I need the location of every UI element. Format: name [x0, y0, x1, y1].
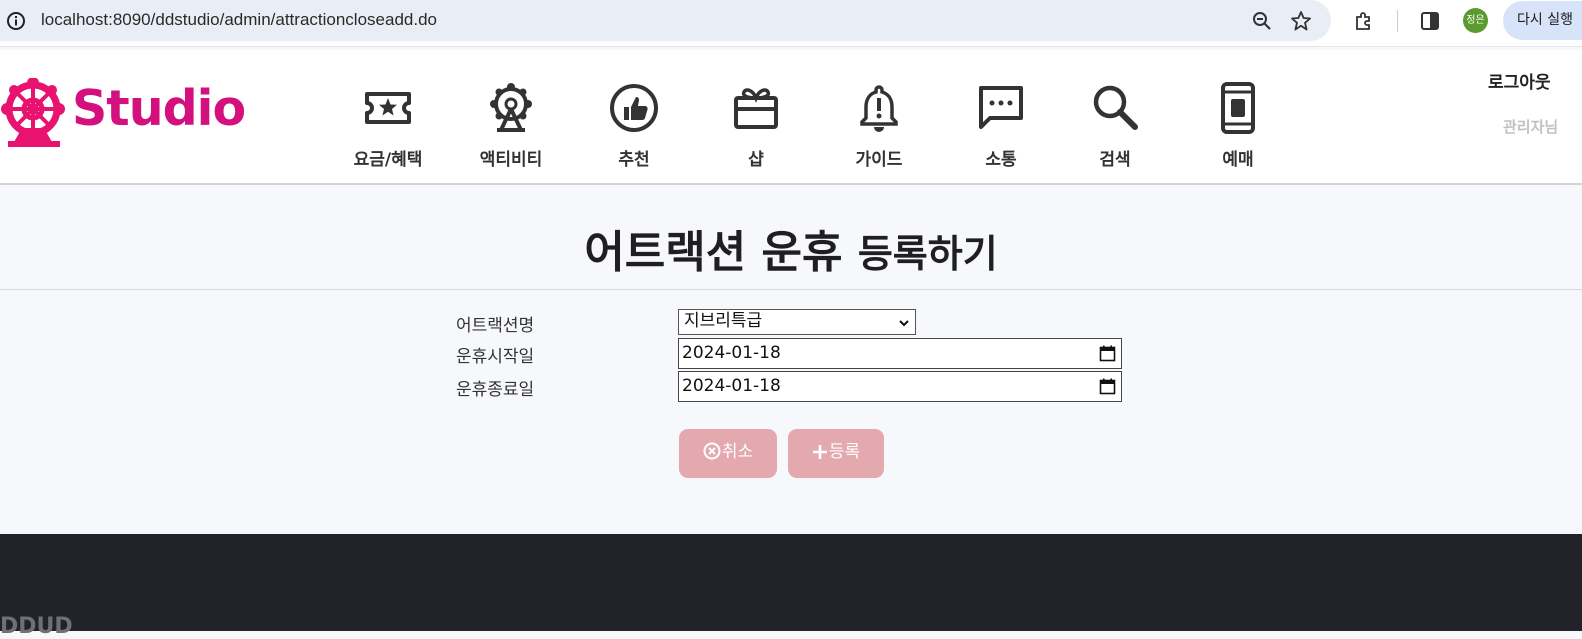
- admin-user-label: 관리자님: [1503, 118, 1559, 136]
- mobile-ticket-icon: [1221, 82, 1255, 134]
- side-panel-icon[interactable]: [1418, 9, 1442, 33]
- search-icon: [1093, 85, 1138, 130]
- start-date-value: 2024-01-18: [682, 343, 781, 363]
- cancel-label: 취소: [721, 442, 754, 462]
- calendar-icon[interactable]: [1099, 345, 1116, 362]
- nav-activity[interactable]: 액티비티: [456, 82, 566, 170]
- browser-toolbar: localhost:8090/ddstudio/admin/attraction…: [0, 0, 1582, 47]
- relaunch-button[interactable]: 다시 실행: [1503, 1, 1582, 40]
- start-date-input[interactable]: 2024-01-18: [678, 338, 1122, 369]
- attraction-selected-value: 지브리특급: [684, 311, 763, 331]
- plus-icon: [812, 445, 827, 459]
- start-date-label: 운휴시작일: [456, 347, 535, 367]
- page-title: 어트랙션 운휴 등록하기: [0, 216, 1582, 280]
- footer-brand-text: DDUD: [0, 614, 73, 639]
- end-date-label: 운휴종료일: [456, 380, 535, 400]
- cancel-button[interactable]: 취소: [679, 429, 777, 478]
- logout-link[interactable]: 로그아웃: [1488, 68, 1551, 93]
- submit-label: 등록: [828, 442, 861, 462]
- submit-button[interactable]: 등록: [788, 429, 884, 478]
- chat-icon: [979, 86, 1023, 129]
- url-text[interactable]: localhost:8090/ddstudio/admin/attraction…: [41, 10, 437, 30]
- logo-text: Studio: [72, 80, 246, 137]
- end-date-value: 2024-01-18: [682, 376, 781, 396]
- nav-recommend[interactable]: 추천: [579, 82, 689, 170]
- nav-label: 샵: [748, 150, 764, 170]
- ferris-wheel-icon: [490, 83, 532, 132]
- extensions-icon[interactable]: [1352, 9, 1376, 33]
- chevron-down-icon: [899, 320, 909, 327]
- attraction-select[interactable]: 지브리특급: [678, 309, 916, 335]
- toolbar-divider: [1397, 10, 1398, 32]
- zoom-icon[interactable]: [1250, 9, 1274, 33]
- nav-communication[interactable]: 소통: [946, 82, 1056, 170]
- site-info-icon[interactable]: [6, 11, 26, 31]
- ticket-icon: [365, 92, 411, 124]
- ferris-wheel-logo-icon: [1, 78, 65, 147]
- gift-icon: [734, 88, 778, 129]
- site-footer: DDUD: [0, 534, 1582, 639]
- nav-label: 가이드: [855, 150, 903, 170]
- address-bar[interactable]: localhost:8090/ddstudio/admin/attraction…: [0, 0, 1331, 41]
- page-title-sub: 등록하기: [857, 232, 998, 276]
- profile-avatar[interactable]: 정은: [1463, 8, 1488, 33]
- cancel-circle-icon: [703, 442, 721, 460]
- end-date-input[interactable]: 2024-01-18: [678, 371, 1122, 402]
- bell-icon: [860, 85, 898, 132]
- thumbs-up-icon: [610, 84, 658, 132]
- nav-label: 소통: [985, 150, 1017, 170]
- nav-label: 예매: [1222, 150, 1254, 170]
- nav-label: 검색: [1099, 150, 1131, 170]
- nav-booking[interactable]: 예매: [1183, 82, 1293, 170]
- attraction-name-label: 어트랙션명: [456, 316, 535, 336]
- page-title-main: 어트랙션 운휴: [584, 227, 843, 278]
- nav-search[interactable]: 검색: [1060, 82, 1170, 170]
- nav-label: 액티비티: [479, 150, 543, 170]
- calendar-icon[interactable]: [1099, 378, 1116, 395]
- nav-label: 추천: [618, 150, 650, 170]
- title-divider: [0, 289, 1582, 290]
- nav-guide[interactable]: 가이드: [824, 82, 934, 170]
- nav-shop[interactable]: 샵: [701, 82, 811, 170]
- bookmark-star-icon[interactable]: [1289, 9, 1313, 33]
- site-header: Studio 요금/혜택 액티비티 추천 샵 가이드 소통 검색 예매 로그아웃…: [0, 50, 1582, 185]
- nav-fees-benefits[interactable]: 요금/혜택: [333, 82, 443, 170]
- site-logo[interactable]: Studio: [0, 78, 250, 150]
- nav-label: 요금/혜택: [353, 150, 423, 170]
